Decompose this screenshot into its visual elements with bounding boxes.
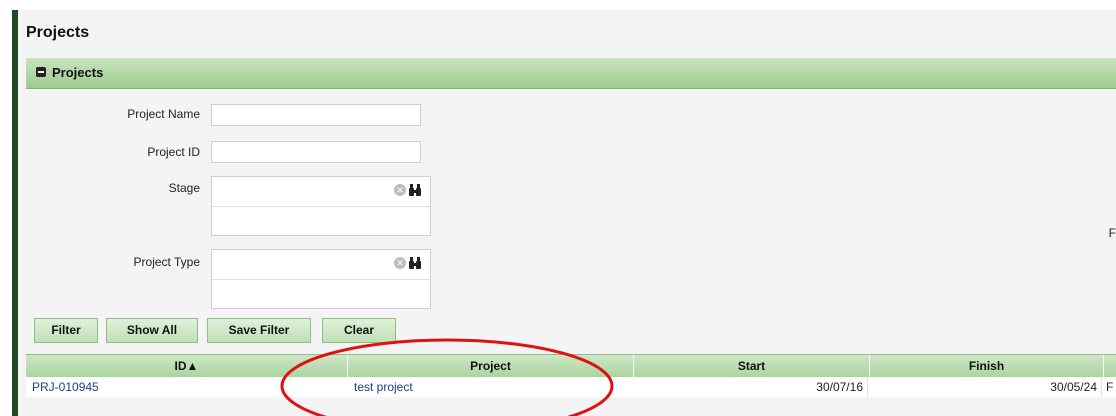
project-id-input[interactable]: [211, 141, 421, 163]
project-name-link[interactable]: test project: [354, 377, 634, 397]
lookup-divider: [212, 206, 430, 207]
column-header-start[interactable]: Start: [634, 355, 870, 377]
start-date-cell: 30/07/16: [634, 377, 868, 397]
stage-label: Stage: [168, 181, 200, 195]
binoculars-icon[interactable]: [409, 183, 421, 197]
clear-circle-icon[interactable]: ✕: [394, 184, 406, 196]
stage-lookup[interactable]: ✕: [211, 176, 431, 236]
project-name-label: Project Name: [127, 107, 200, 121]
show-all-button[interactable]: Show All: [106, 318, 198, 343]
project-type-lookup[interactable]: ✕: [211, 249, 431, 309]
projects-page: Projects Projects Project Name Project I…: [18, 10, 1116, 416]
binoculars-icon[interactable]: [409, 256, 421, 270]
table-row[interactable]: PRJ-010945 test project 30/07/16 30/05/2…: [26, 377, 1116, 397]
column-header-project[interactable]: Project: [348, 355, 634, 377]
save-filter-button[interactable]: Save Filter: [207, 318, 311, 343]
clear-circle-icon[interactable]: ✕: [394, 257, 406, 269]
column-header-finish[interactable]: Finish: [870, 355, 1104, 377]
clear-button[interactable]: Clear: [322, 318, 396, 343]
grid-header: ID▲ Project Start Finish: [26, 354, 1116, 378]
project-id-link[interactable]: PRJ-010945: [32, 377, 348, 397]
finish-date-cell: 30/05/24: [868, 377, 1102, 397]
projects-panel-header[interactable]: Projects: [26, 58, 1116, 89]
page-title: Projects: [26, 24, 90, 41]
collapse-icon[interactable]: [36, 67, 46, 77]
project-type-label: Project Type: [133, 255, 200, 269]
filter-button[interactable]: Filter: [34, 318, 98, 343]
lookup-divider: [212, 279, 430, 280]
filter-panel: Project Name Project ID Stage ✕ Project …: [26, 89, 1116, 352]
truncated-cell: F: [1106, 380, 1114, 394]
truncated-right-label: F: [1108, 226, 1116, 240]
project-name-input[interactable]: [211, 104, 421, 126]
project-id-label: Project ID: [147, 145, 200, 159]
column-header-id[interactable]: ID▲: [26, 355, 348, 377]
panel-title: Projects: [52, 65, 104, 80]
